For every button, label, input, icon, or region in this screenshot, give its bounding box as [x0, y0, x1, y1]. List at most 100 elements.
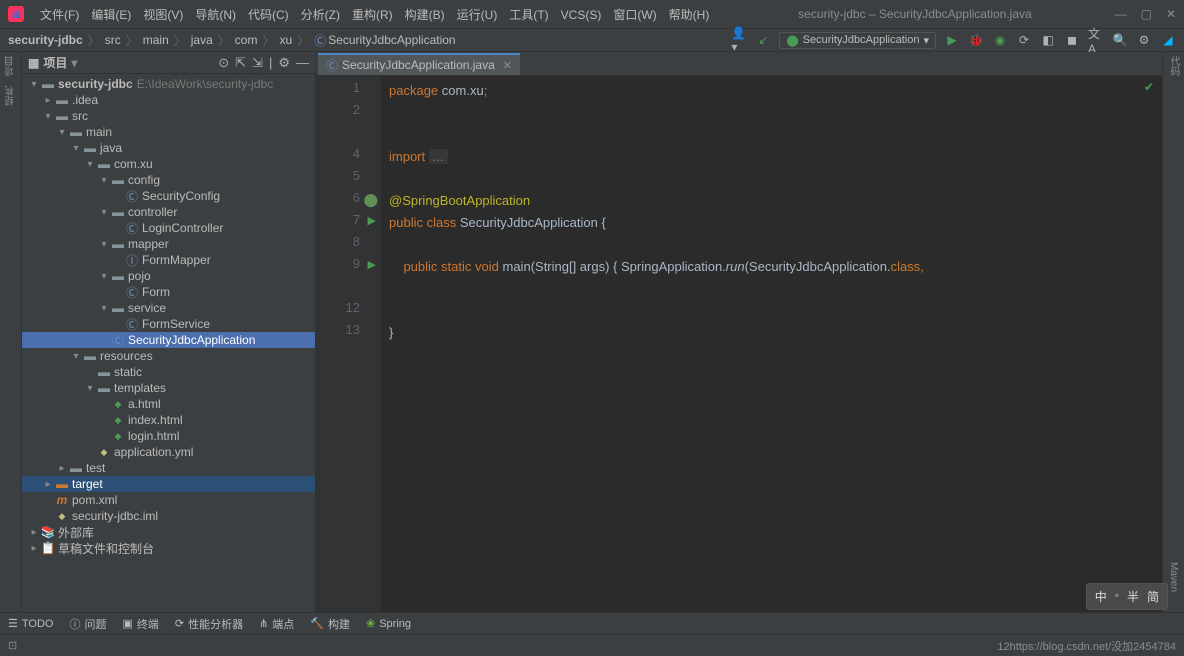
- status-left-icon[interactable]: ⊡: [8, 639, 17, 652]
- breadcrumb[interactable]: security-jdbc〉src〉main〉java〉com〉xu〉Ⓒ Sec…: [8, 32, 456, 49]
- close-tab-icon[interactable]: ✕: [503, 59, 512, 72]
- project-panel-title[interactable]: ▦项目▾: [28, 54, 77, 71]
- terminal-tab[interactable]: ▣终端: [122, 616, 158, 632]
- menu-item[interactable]: 文件(F): [34, 8, 85, 22]
- expand-arrow[interactable]: ▾: [28, 79, 40, 90]
- menu-item[interactable]: 分析(Z): [295, 8, 346, 22]
- tree-item[interactable]: ▾▬resources: [22, 348, 315, 364]
- expand-arrow[interactable]: ▾: [70, 351, 82, 362]
- todo-tab[interactable]: ☰TODO: [8, 617, 53, 630]
- tree-item[interactable]: ▾▬mapper: [22, 236, 315, 252]
- expand-arrow[interactable]: ▾: [98, 239, 110, 250]
- code-tool-button[interactable]: 代码: [1166, 56, 1181, 76]
- expand-arrow[interactable]: ▾: [98, 303, 110, 314]
- inspection-ok-icon[interactable]: ✔: [1144, 80, 1154, 94]
- breadcrumb-item[interactable]: SecurityJdbcApplication: [328, 33, 455, 47]
- tree-item[interactable]: ⒸFormService: [22, 316, 315, 332]
- tree-item[interactable]: ⒸLoginController: [22, 220, 315, 236]
- tree-item[interactable]: ▾▬com.xu: [22, 156, 315, 172]
- run-button[interactable]: ▶: [944, 32, 960, 48]
- breadcrumb-item[interactable]: main: [143, 33, 169, 47]
- tree-item[interactable]: ▾▬service: [22, 300, 315, 316]
- editor-gutter[interactable]: 12456⬤7▶89▶1213: [316, 76, 381, 612]
- problems-tab[interactable]: ⓘ问题: [69, 616, 106, 632]
- expand-arrow[interactable]: ▾: [84, 383, 96, 394]
- ime-indicator[interactable]: 中 ◦ 半 简: [1086, 583, 1168, 610]
- tree-item[interactable]: ▸▬target: [22, 476, 315, 492]
- menu-item[interactable]: 导航(N): [189, 8, 242, 22]
- breadcrumb-item[interactable]: security-jdbc: [8, 33, 83, 47]
- tree-item[interactable]: mpom.xml: [22, 492, 315, 508]
- profiler-button[interactable]: ⟳: [1016, 32, 1032, 48]
- close-button[interactable]: ✕: [1166, 7, 1176, 21]
- breadcrumb-item[interactable]: src: [105, 33, 121, 47]
- expand-arrow[interactable]: ▸: [28, 527, 40, 538]
- profiler-tab[interactable]: ⟳性能分析器: [175, 616, 243, 632]
- tree-item[interactable]: ◆application.yml: [22, 444, 315, 460]
- expand-arrow[interactable]: ▾: [98, 271, 110, 282]
- ide-icon[interactable]: ◢: [1160, 32, 1176, 48]
- debug-button[interactable]: 🐞: [968, 32, 984, 48]
- editor-tab[interactable]: Ⓒ SecurityJdbcApplication.java ✕: [318, 53, 520, 75]
- expand-arrow[interactable]: ▸: [28, 543, 40, 554]
- tree-item[interactable]: ▸▬test: [22, 460, 315, 476]
- locate-icon[interactable]: ⊙: [218, 55, 229, 71]
- tree-item[interactable]: ▾▬controller: [22, 204, 315, 220]
- menu-item[interactable]: 工具(T): [503, 8, 554, 22]
- project-tool-button[interactable]: 项目: [3, 56, 18, 76]
- add-user-icon[interactable]: 👤▾: [731, 32, 747, 48]
- editor-body[interactable]: 12456⬤7▶89▶1213 package com.xu; import .…: [316, 76, 1162, 612]
- tree-item[interactable]: ⒸSecurityJdbcApplication: [22, 332, 315, 348]
- tree-item[interactable]: ▸▬.idea: [22, 92, 315, 108]
- menu-item[interactable]: 运行(U): [451, 8, 504, 22]
- maven-tool-button[interactable]: Maven: [1168, 562, 1179, 592]
- tree-item[interactable]: ▸📚外部库: [22, 524, 315, 540]
- override-gutter-icon[interactable]: ⬤: [363, 192, 378, 208]
- coverage-button[interactable]: ◉: [992, 32, 1008, 48]
- expand-arrow[interactable]: ▾: [98, 207, 110, 218]
- breadcrumb-item[interactable]: java: [191, 33, 213, 47]
- tree-item[interactable]: ◆index.html: [22, 412, 315, 428]
- panel-settings-icon[interactable]: ⚙: [278, 55, 290, 71]
- tree-item[interactable]: ▾▬config: [22, 172, 315, 188]
- expand-all-icon[interactable]: ⇱: [235, 55, 246, 71]
- collapse-all-icon[interactable]: ⇲: [252, 55, 263, 71]
- tree-item[interactable]: ⒸSecurityConfig: [22, 188, 315, 204]
- expand-arrow[interactable]: ▾: [98, 175, 110, 186]
- run-gutter-icon[interactable]: ▶: [368, 214, 376, 227]
- translate-icon[interactable]: 文A: [1088, 32, 1104, 48]
- menu-item[interactable]: 窗口(W): [607, 8, 662, 22]
- endpoints-tab[interactable]: ⋔端点: [259, 616, 294, 632]
- structure-tool-button[interactable]: 结构: [3, 86, 18, 106]
- tree-item[interactable]: ◆login.html: [22, 428, 315, 444]
- expand-arrow[interactable]: ▾: [56, 127, 68, 138]
- tree-item[interactable]: ▾▬security-jdbcE:\IdeaWork\security-jdbc: [22, 76, 315, 92]
- tree-item[interactable]: ▾▬main: [22, 124, 315, 140]
- left-tool-stripe[interactable]: 项目 结构: [0, 52, 22, 612]
- menu-item[interactable]: 帮助(H): [663, 8, 716, 22]
- breadcrumb-item[interactable]: xu: [279, 33, 292, 47]
- tree-item[interactable]: ▾▬pojo: [22, 268, 315, 284]
- menu-item[interactable]: 视图(V): [137, 8, 189, 22]
- expand-arrow[interactable]: ▾: [84, 159, 96, 170]
- tree-item[interactable]: ▾▬java: [22, 140, 315, 156]
- breadcrumb-item[interactable]: com: [235, 33, 258, 47]
- expand-arrow[interactable]: ▸: [56, 463, 68, 474]
- minimize-button[interactable]: —: [1115, 7, 1127, 21]
- expand-arrow[interactable]: ▾: [70, 143, 82, 154]
- tree-item[interactable]: ▾▬templates: [22, 380, 315, 396]
- tree-item[interactable]: ◆a.html: [22, 396, 315, 412]
- menu-item[interactable]: 重构(R): [346, 8, 399, 22]
- tree-item[interactable]: ⒸForm: [22, 284, 315, 300]
- search-everywhere-button[interactable]: 🔍: [1112, 32, 1128, 48]
- expand-arrow[interactable]: ▾: [42, 111, 54, 122]
- menu-item[interactable]: 代码(C): [242, 8, 295, 22]
- right-tool-stripe[interactable]: 代码 Maven: [1162, 52, 1184, 612]
- stop-button[interactable]: ◼: [1064, 32, 1080, 48]
- menu-item[interactable]: VCS(S): [555, 8, 608, 22]
- tree-item[interactable]: ▬static: [22, 364, 315, 380]
- code-content[interactable]: package com.xu; import ... @SpringBootAp…: [381, 76, 1162, 612]
- panel-hide-icon[interactable]: —: [296, 55, 309, 71]
- project-tree[interactable]: ▾▬security-jdbcE:\IdeaWork\security-jdbc…: [22, 74, 315, 612]
- settings-button[interactable]: ⚙: [1136, 32, 1152, 48]
